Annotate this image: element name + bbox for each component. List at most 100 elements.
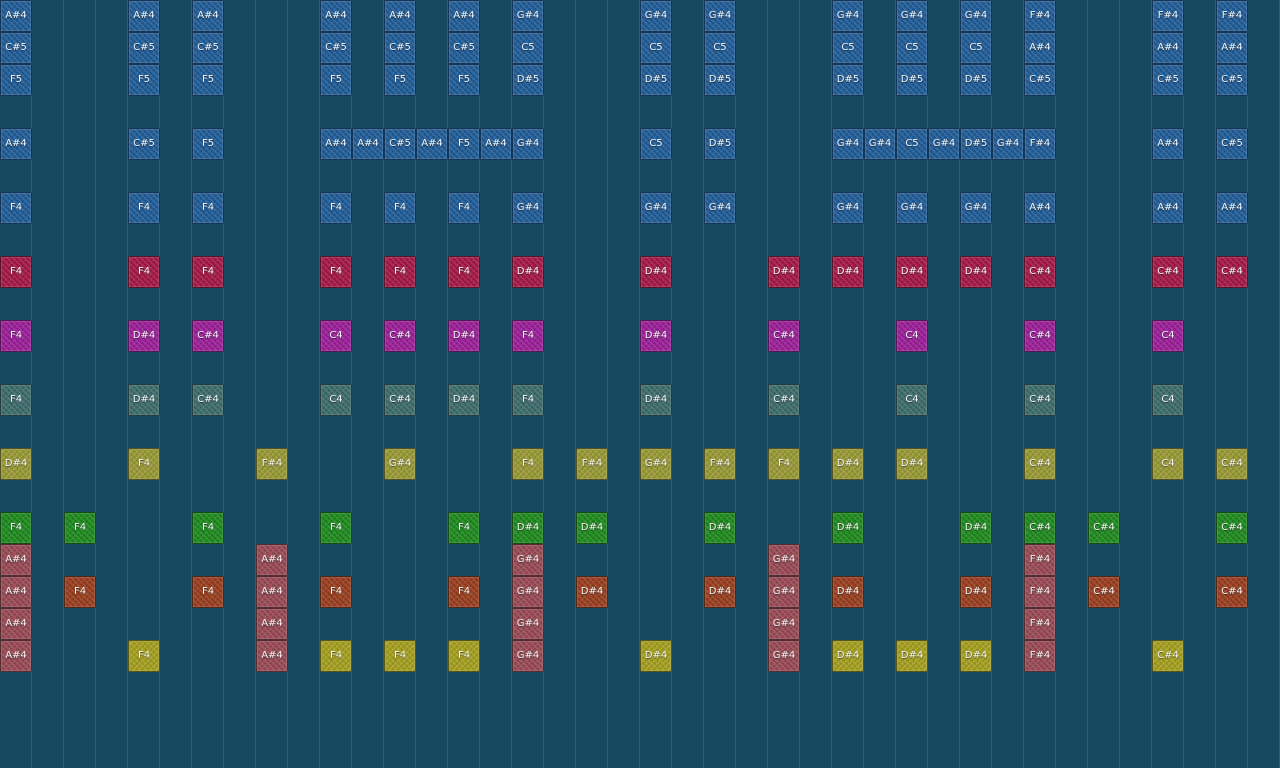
- note-block[interactable]: C5: [896, 128, 928, 160]
- note-block[interactable]: G#4: [864, 128, 896, 160]
- note-block[interactable]: F5: [0, 64, 32, 96]
- note-block[interactable]: G#4: [704, 0, 736, 32]
- note-block[interactable]: F4: [512, 384, 544, 416]
- note-block[interactable]: G#4: [640, 0, 672, 32]
- note-block[interactable]: F5: [320, 64, 352, 96]
- note-block[interactable]: G#4: [960, 0, 992, 32]
- note-block[interactable]: C#4: [1216, 256, 1248, 288]
- note-block[interactable]: C#4: [1216, 448, 1248, 480]
- note-block[interactable]: D#5: [512, 64, 544, 96]
- note-block[interactable]: C#5: [128, 128, 160, 160]
- note-block[interactable]: D#4: [832, 640, 864, 672]
- note-block[interactable]: C#4: [1152, 640, 1184, 672]
- note-block[interactable]: G#4: [992, 128, 1024, 160]
- note-block[interactable]: F5: [192, 64, 224, 96]
- note-block[interactable]: A#4: [320, 0, 352, 32]
- note-block[interactable]: C5: [896, 32, 928, 64]
- note-block[interactable]: G#4: [512, 576, 544, 608]
- note-block[interactable]: F4: [64, 512, 96, 544]
- note-block[interactable]: A#4: [448, 0, 480, 32]
- note-block[interactable]: C4: [896, 384, 928, 416]
- note-block[interactable]: F#4: [1024, 128, 1056, 160]
- note-block[interactable]: F5: [192, 128, 224, 160]
- note-block[interactable]: F#4: [1024, 576, 1056, 608]
- note-block[interactable]: D#4: [832, 576, 864, 608]
- note-block[interactable]: A#4: [0, 608, 32, 640]
- note-block[interactable]: D#4: [640, 384, 672, 416]
- note-block[interactable]: C#5: [192, 32, 224, 64]
- note-block[interactable]: F4: [384, 256, 416, 288]
- note-block[interactable]: D#4: [832, 512, 864, 544]
- note-block[interactable]: F4: [320, 512, 352, 544]
- note-block[interactable]: F4: [320, 576, 352, 608]
- note-block[interactable]: F4: [192, 192, 224, 224]
- note-block[interactable]: G#4: [896, 192, 928, 224]
- note-block[interactable]: F4: [128, 192, 160, 224]
- note-block[interactable]: F4: [448, 576, 480, 608]
- note-block[interactable]: G#4: [928, 128, 960, 160]
- note-block[interactable]: D#5: [704, 64, 736, 96]
- note-block[interactable]: F4: [512, 320, 544, 352]
- note-block[interactable]: D#4: [960, 512, 992, 544]
- note-block[interactable]: F#4: [1024, 544, 1056, 576]
- note-block[interactable]: C4: [1152, 384, 1184, 416]
- note-block[interactable]: F4: [0, 320, 32, 352]
- note-block[interactable]: G#4: [512, 0, 544, 32]
- note-block[interactable]: A#4: [256, 576, 288, 608]
- note-block[interactable]: F4: [128, 640, 160, 672]
- note-block[interactable]: G#4: [640, 448, 672, 480]
- note-block[interactable]: G#4: [512, 608, 544, 640]
- note-block[interactable]: C4: [320, 320, 352, 352]
- note-block[interactable]: G#4: [768, 640, 800, 672]
- note-block[interactable]: D#5: [640, 64, 672, 96]
- note-block[interactable]: G#4: [704, 192, 736, 224]
- note-block[interactable]: C4: [896, 320, 928, 352]
- note-block[interactable]: A#4: [0, 576, 32, 608]
- note-block[interactable]: F4: [448, 256, 480, 288]
- note-block[interactable]: C#4: [768, 384, 800, 416]
- note-block[interactable]: C#5: [1024, 64, 1056, 96]
- note-block[interactable]: G#4: [768, 544, 800, 576]
- note-block[interactable]: A#4: [1024, 192, 1056, 224]
- note-block[interactable]: C#5: [1216, 128, 1248, 160]
- note-block[interactable]: G#4: [832, 128, 864, 160]
- note-block[interactable]: C5: [704, 32, 736, 64]
- note-block[interactable]: F4: [512, 448, 544, 480]
- note-block[interactable]: F#4: [1152, 0, 1184, 32]
- note-block[interactable]: D#4: [960, 576, 992, 608]
- note-block[interactable]: D#4: [832, 448, 864, 480]
- note-block[interactable]: G#4: [640, 192, 672, 224]
- note-block[interactable]: G#4: [512, 192, 544, 224]
- note-block[interactable]: D#4: [640, 256, 672, 288]
- note-block[interactable]: F4: [448, 192, 480, 224]
- note-block[interactable]: A#4: [256, 544, 288, 576]
- note-block[interactable]: F4: [128, 256, 160, 288]
- note-block[interactable]: G#4: [512, 544, 544, 576]
- note-block[interactable]: A#4: [192, 0, 224, 32]
- note-block[interactable]: A#4: [320, 128, 352, 160]
- note-block[interactable]: D#4: [896, 448, 928, 480]
- note-block[interactable]: A#4: [1152, 32, 1184, 64]
- note-block[interactable]: D#5: [704, 128, 736, 160]
- note-block[interactable]: C#4: [1024, 448, 1056, 480]
- note-block[interactable]: F5: [128, 64, 160, 96]
- note-block[interactable]: C#4: [1216, 512, 1248, 544]
- note-block[interactable]: D#4: [832, 256, 864, 288]
- note-block[interactable]: F4: [384, 640, 416, 672]
- note-block[interactable]: C#5: [384, 32, 416, 64]
- note-block[interactable]: C#4: [1088, 512, 1120, 544]
- note-block[interactable]: D#4: [768, 256, 800, 288]
- note-block[interactable]: G#4: [768, 608, 800, 640]
- note-block[interactable]: D#5: [896, 64, 928, 96]
- note-block[interactable]: C5: [512, 32, 544, 64]
- note-block[interactable]: F4: [320, 256, 352, 288]
- note-block[interactable]: C#5: [1152, 64, 1184, 96]
- note-block[interactable]: A#4: [384, 0, 416, 32]
- note-block[interactable]: C#5: [0, 32, 32, 64]
- note-block[interactable]: C4: [1152, 320, 1184, 352]
- note-block[interactable]: F4: [768, 448, 800, 480]
- note-block[interactable]: C5: [832, 32, 864, 64]
- note-block[interactable]: F4: [448, 512, 480, 544]
- note-block[interactable]: C#4: [1088, 576, 1120, 608]
- note-block[interactable]: C#4: [384, 384, 416, 416]
